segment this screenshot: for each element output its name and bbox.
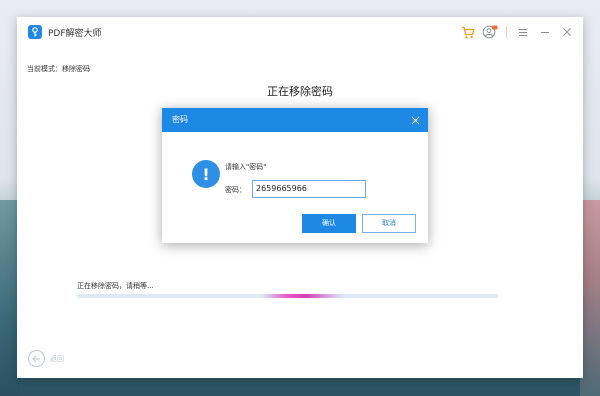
progress-bar <box>77 294 498 298</box>
dialog-header: 密码 <box>162 108 428 132</box>
user-icon[interactable] <box>482 24 498 40</box>
password-input[interactable]: 2659665966 <box>252 180 366 198</box>
close-icon[interactable] <box>559 24 575 40</box>
back-label: 返回 <box>50 354 64 363</box>
back-arrow-icon <box>28 350 45 367</box>
app-logo <box>28 25 42 39</box>
title-bar-controls <box>454 24 575 40</box>
progress-status-text: 正在移除密码，请稍等... <box>77 282 154 290</box>
dialog-close-icon[interactable] <box>411 112 420 128</box>
dialog-title: 密码 <box>172 115 188 124</box>
current-mode-label: 当前模式：移除密码 <box>27 65 90 73</box>
back-button[interactable]: 返回 <box>28 350 64 367</box>
title-bar-divider <box>506 26 507 38</box>
menu-icon[interactable] <box>515 24 531 40</box>
progress-indicator <box>262 294 342 298</box>
minimize-icon[interactable] <box>537 24 553 40</box>
password-dialog: 密码 ! 请输入"密码" 密码： 2659665966 确认 取消 <box>162 108 428 243</box>
dialog-prompt: 请输入"密码" <box>225 163 267 171</box>
confirm-button[interactable]: 确认 <box>302 214 356 233</box>
desktop-background-right <box>580 200 600 396</box>
app-title: PDF解密大师 <box>48 29 102 39</box>
cancel-button[interactable]: 取消 <box>362 214 416 233</box>
title-bar: PDF解密大师 <box>17 17 583 47</box>
password-field-label: 密码： <box>225 186 246 194</box>
cart-icon[interactable] <box>460 24 476 40</box>
page-title: 正在移除密码 <box>267 85 333 98</box>
key-icon <box>32 27 38 37</box>
exclamation-icon: ! <box>192 160 220 188</box>
